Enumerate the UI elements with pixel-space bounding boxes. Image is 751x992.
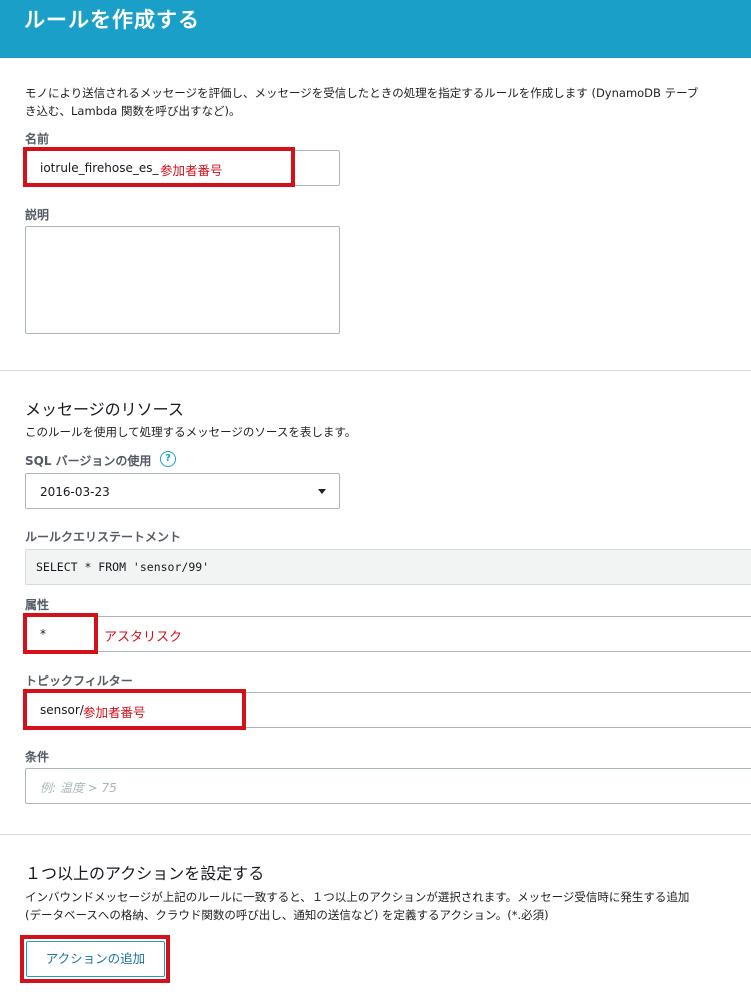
description-textarea[interactable] [25,226,340,334]
query-statement-value: SELECT * FROM 'sensor/99' [36,560,210,574]
chevron-down-icon [318,489,326,494]
section-divider-2 [0,834,751,835]
name-input[interactable]: iotrule_firehose_es_ 参加者番号 [25,150,340,186]
condition-placeholder: 例: 温度 > 75 [40,781,117,795]
attribute-annotation: アスタリスク [104,630,183,645]
name-annotation: 参加者番号 [160,163,223,178]
actions-description-line-1: インバウンドメッセージが上記のルールに一致すると、１つ以上のアクションが選択され… [25,890,690,904]
attribute-label: 属性 [25,598,50,612]
sql-version-value: 2016-03-23 [40,485,110,499]
topic-filter-value: sensor/ [40,703,84,717]
attribute-value: * [40,627,46,641]
message-source-description: このルールを使用して処理するメッセージのソースを表します。 [25,425,357,439]
message-source-title: メッセージのリソース [25,400,184,419]
section-divider-1 [0,370,751,371]
query-statement-label: ルールクエリステートメント [25,530,182,544]
help-icon[interactable]: ? [160,451,176,467]
query-statement-box: SELECT * FROM 'sensor/99' [25,549,751,585]
name-label: 名前 [25,132,50,146]
condition-input[interactable]: 例: 温度 > 75 [25,768,751,804]
intro-line-2: き込む、Lambda 関数を呼び出すなど)。 [25,104,241,118]
page-header: ルールを作成する [0,0,751,58]
intro-line-1: モノにより送信されるメッセージを評価し、メッセージを受信したときの処理を指定する… [25,86,699,100]
description-label: 説明 [25,208,50,222]
topic-filter-label: トピックフィルター [25,674,133,688]
actions-title: １つ以上のアクションを設定する [25,864,265,883]
sql-version-label: SQL バージョンの使用 [25,454,152,468]
topic-filter-annotation: 参加者番号 [83,705,146,720]
name-input-value: iotrule_firehose_es_ [40,161,159,175]
sql-version-select[interactable]: 2016-03-23 [25,473,340,509]
condition-label: 条件 [25,750,50,764]
actions-description-line-2: (データベースへの格納、クラウド関数の呼び出し、通知の送信など) を定義するアク… [25,908,549,922]
page-title: ルールを作成する [24,8,200,32]
add-action-button[interactable]: アクションの追加 [26,941,165,977]
topic-filter-input[interactable]: sensor/ 参加者番号 [25,692,751,728]
